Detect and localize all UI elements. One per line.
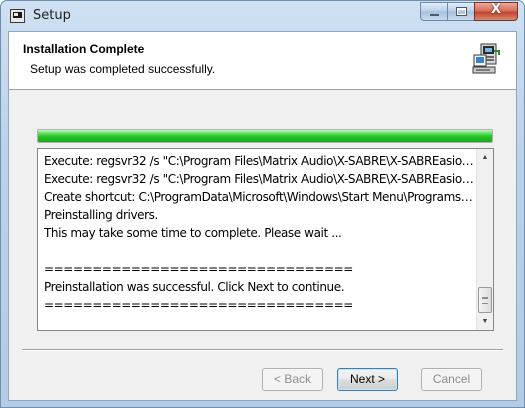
- scroll-thumb[interactable]: [478, 287, 492, 313]
- scroll-down-icon[interactable]: ▼: [477, 313, 493, 330]
- progress-fill: [38, 130, 492, 142]
- log-line: Execute: regsvr32 /s "C:\Program Files\M…: [44, 172, 474, 186]
- log-line: Execute: regsvr32 /s "C:\Program Files\M…: [44, 154, 474, 168]
- header-panel: Installation Complete Setup was complete…: [9, 32, 516, 90]
- caption-buttons: X: [420, 2, 518, 22]
- log-lines: Execute: regsvr32 /s "C:\Program Files\M…: [44, 152, 474, 314]
- close-icon: X: [490, 2, 502, 17]
- install-progress-bar: [37, 129, 493, 143]
- log-line: This may take some time to complete. Ple…: [44, 226, 342, 240]
- log-scrollbar[interactable]: ▲ ▼: [476, 149, 493, 330]
- scroll-up-icon[interactable]: ▲: [477, 149, 493, 166]
- page-title: Installation Complete: [23, 42, 145, 56]
- install-log[interactable]: Execute: regsvr32 /s "C:\Program Files\M…: [37, 148, 494, 331]
- log-line: ================================: [44, 262, 353, 276]
- button-separator: [22, 349, 503, 351]
- title-bar[interactable]: Setup X: [1, 1, 524, 31]
- page-subtitle: Setup was completed successfully.: [30, 62, 216, 76]
- maximize-icon: [456, 7, 467, 16]
- minimize-icon: [430, 14, 439, 16]
- back-button[interactable]: < Back: [262, 368, 323, 391]
- log-line: Preinstallation was successful. Click Ne…: [44, 280, 345, 294]
- installer-computer-icon: [472, 43, 500, 74]
- setup-app-icon[interactable]: [10, 9, 25, 23]
- log-line: Create shortcut: C:\ProgramData\Microsof…: [44, 190, 474, 204]
- log-line: Preinstalling drivers.: [44, 208, 158, 222]
- dialog-body: Installation Complete Setup was complete…: [8, 31, 517, 401]
- cancel-button[interactable]: Cancel: [421, 368, 482, 391]
- close-button[interactable]: X: [474, 2, 518, 21]
- window-title: Setup: [33, 8, 71, 23]
- minimize-button[interactable]: [420, 2, 447, 21]
- setup-window: Setup X Installation Complete Setup was …: [0, 0, 525, 408]
- maximize-button[interactable]: [447, 2, 474, 21]
- next-button[interactable]: Next >: [337, 368, 398, 391]
- log-line: ================================: [44, 298, 353, 312]
